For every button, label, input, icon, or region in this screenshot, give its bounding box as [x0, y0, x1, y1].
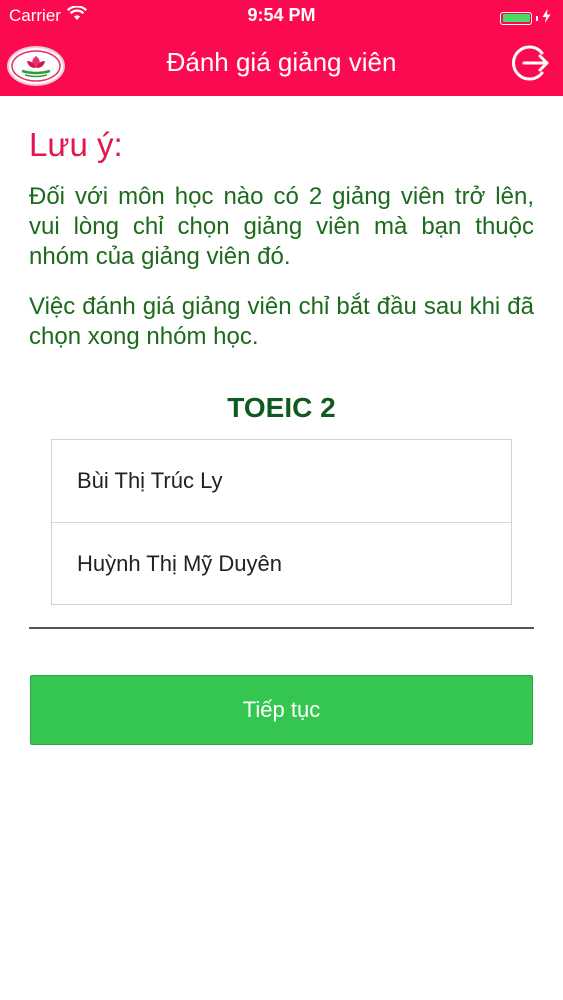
battery-tip [536, 15, 538, 21]
status-bar: Carrier 9:54 PM [0, 0, 563, 32]
screen: Carrier 9:54 PM Đánh giá giảng viên Lưu … [0, 0, 563, 1000]
notice-heading: Lưu ý: [29, 126, 123, 163]
course-title: TOEIC 2 [227, 392, 336, 423]
battery-level [502, 14, 530, 22]
status-right [500, 8, 551, 28]
notice-paragraph-2: Việc đánh giá giảng viên chỉ bắt đầu sau… [29, 293, 534, 350]
logout-icon[interactable] [509, 42, 551, 84]
page-title: Đánh giá giảng viên [166, 47, 397, 77]
divider [29, 627, 534, 629]
app-header: Carrier 9:54 PM Đánh giá giảng viên [0, 0, 563, 96]
battery-icon [500, 11, 532, 25]
status-time: 9:54 PM [247, 5, 316, 25]
lecturer-item-1[interactable]: Bùi Thị Trúc Ly [52, 440, 511, 522]
lecturer-list: Bùi Thị Trúc Ly Huỳnh Thị Mỹ Duyên [51, 439, 512, 605]
lecturer-item-2[interactable]: Huỳnh Thị Mỹ Duyên [52, 522, 511, 604]
charging-icon [542, 8, 551, 28]
notice-paragraph-1: Đối với môn học nào có 2 giảng viên trở … [29, 183, 534, 270]
continue-button[interactable]: Tiếp tục [30, 675, 533, 745]
